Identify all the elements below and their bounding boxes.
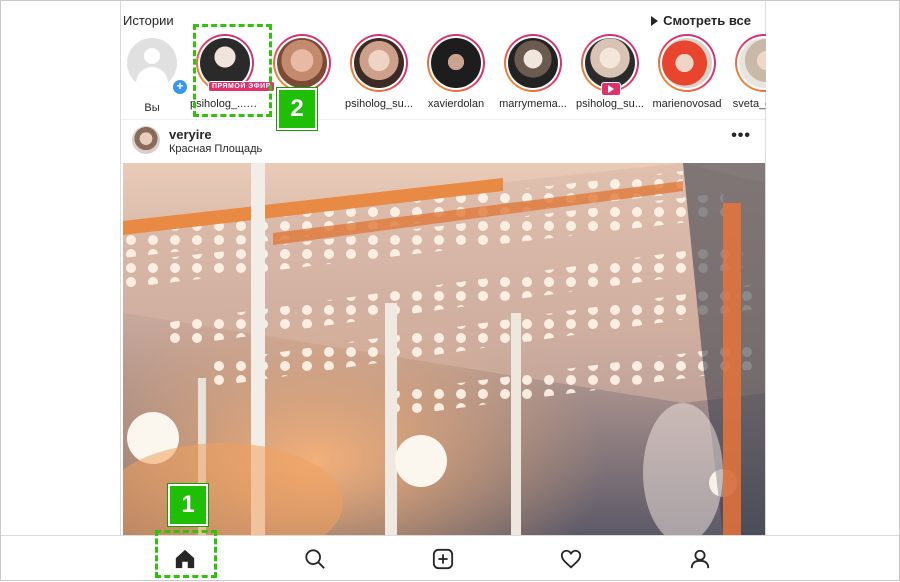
story-self-avatar: +	[124, 38, 189, 96]
post-avatar[interactable]	[132, 126, 160, 154]
story-item[interactable]: xavierdolan	[421, 34, 491, 110]
story-avatar	[504, 34, 562, 92]
story-item[interactable]: psiholog_su...	[344, 34, 414, 110]
carousel-photo	[123, 163, 765, 535]
post-location[interactable]: Красная Площадь	[169, 143, 262, 155]
annotation-number-2: 2	[277, 88, 317, 130]
story-name: Вы	[144, 102, 160, 114]
story-item[interactable]: marrymema...	[498, 34, 568, 110]
watch-all-button[interactable]: Смотреть все	[651, 13, 751, 28]
story-name: psiholog_su...	[345, 98, 413, 110]
story-avatar	[658, 34, 716, 92]
highlight-live-story	[193, 24, 272, 117]
add-post-icon	[432, 548, 454, 570]
activity-button[interactable]	[556, 544, 586, 574]
video-icon	[601, 82, 621, 96]
story-avatar	[581, 34, 639, 96]
story-item[interactable]: marienovosad	[652, 34, 722, 110]
divider	[121, 119, 765, 120]
play-icon	[651, 15, 659, 26]
post-image[interactable]	[123, 163, 765, 535]
story-name: sveta_econo	[732, 98, 766, 110]
story-avatar	[735, 34, 766, 92]
heart-icon	[560, 549, 582, 569]
story-item[interactable]: sveta_econo	[729, 34, 766, 110]
post-header: veryire Красная Площадь •••	[121, 124, 765, 160]
story-self[interactable]: + Вы	[124, 34, 189, 114]
profile-button[interactable]	[685, 544, 715, 574]
story-name: marienovosad	[652, 98, 722, 110]
story-avatar	[427, 34, 485, 92]
search-icon	[305, 549, 325, 569]
story-name: psiholog_su...	[576, 98, 644, 110]
profile-icon	[690, 549, 710, 569]
story-name: marrymema...	[499, 98, 567, 110]
post-username[interactable]: veryire	[169, 127, 212, 142]
bottom-navigation	[0, 535, 900, 582]
annotation-number-1: 1	[168, 484, 208, 526]
story-avatar	[273, 34, 331, 92]
add-post-button[interactable]	[428, 544, 458, 574]
watch-all-label: Смотреть все	[663, 13, 751, 28]
story-avatar	[350, 34, 408, 92]
more-options-icon[interactable]: •••	[731, 127, 751, 145]
default-avatar-icon	[127, 38, 177, 88]
search-button[interactable]	[300, 544, 330, 574]
story-item[interactable]: psiholog_su...	[575, 34, 645, 110]
highlight-home-button	[155, 530, 217, 578]
stories-title: Истории	[123, 13, 174, 28]
story-name: xavierdolan	[427, 98, 485, 110]
add-story-icon[interactable]: +	[171, 78, 189, 96]
